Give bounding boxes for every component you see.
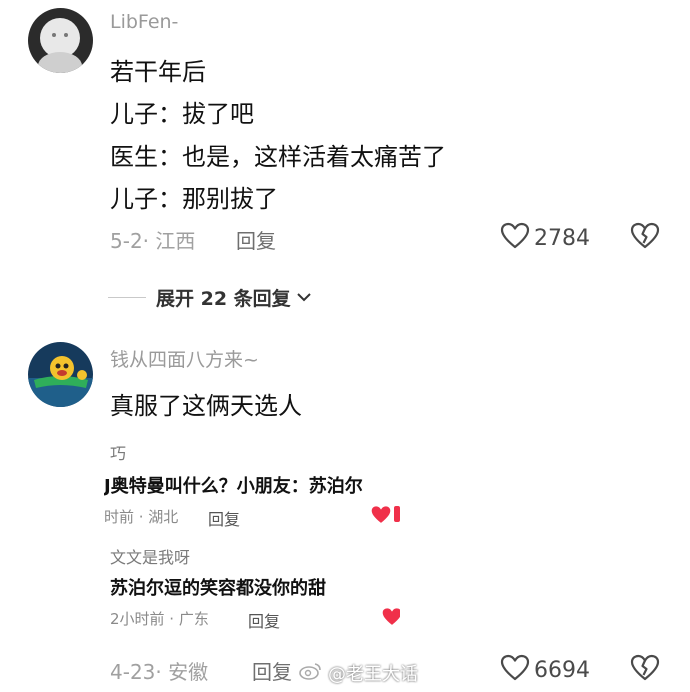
chevron-down-icon [295, 287, 313, 309]
heart-outline-icon [500, 222, 530, 254]
reply-username[interactable]: 巧 [110, 440, 126, 464]
comment-line: 儿子：拔了吧 [110, 100, 254, 128]
reply-username[interactable]: 文文是我呀 [110, 544, 190, 568]
dislike-button[interactable] [630, 222, 660, 254]
avatar[interactable] [28, 342, 93, 407]
reply-text: J奥特曼叫什么？小朋友：苏泊尔 [104, 476, 363, 497]
reply-button[interactable]: 回复 [208, 506, 240, 530]
dislike-button[interactable] [630, 654, 660, 686]
comment-line: 医生：也是，这样活着太痛苦了 [110, 143, 446, 171]
weibo-logo-icon [298, 661, 322, 686]
reply-text: 苏泊尔逗的笑容都没你的甜 [110, 578, 326, 599]
heart-outline-icon [500, 654, 530, 686]
comment-line: 若干年后 [110, 58, 206, 86]
like-button[interactable]: 6694 [500, 654, 590, 686]
expand-replies-button[interactable]: 展开 22 条回复 [156, 284, 313, 311]
broken-heart-icon [630, 654, 660, 686]
reply-button[interactable]: 回复 [248, 608, 280, 632]
broken-heart-icon [630, 222, 660, 254]
comment-meta: 5-2· 江西 [110, 229, 196, 253]
like-count-fragment-icon [394, 506, 400, 522]
comment-line: 儿子：那别拔了 [110, 185, 278, 213]
reply-meta: 时前 · 湖北 [104, 508, 179, 526]
like-button[interactable]: 2784 [500, 222, 590, 254]
expand-divider [108, 297, 146, 298]
comment-username[interactable]: LibFen- [110, 11, 178, 33]
embedded-reply-screenshot: 巧 J奥特曼叫什么？小朋友：苏泊尔 时前 · 湖北 回复 文文是我呀 苏泊尔逗的… [104, 436, 400, 642]
expand-replies-label: 展开 22 条回复 [156, 288, 291, 310]
heart-filled-icon[interactable] [370, 505, 392, 529]
reply-button[interactable]: 回复 [236, 225, 276, 254]
like-count: 2784 [534, 225, 590, 251]
watermark: @老王大话 [298, 660, 418, 686]
reply-button[interactable]: 回复 [252, 656, 292, 685]
watermark-text: @老王大话 [328, 664, 418, 685]
reply-meta: 2小时前 · 广东 [110, 610, 209, 628]
like-count: 6694 [534, 657, 590, 683]
comment-meta: 4-23· 安徽 [110, 660, 209, 684]
heart-filled-icon[interactable] [381, 607, 400, 631]
avatar[interactable] [28, 8, 93, 73]
comment-text: 真服了这俩天选人 [110, 392, 302, 420]
comment-username[interactable]: 钱从四面八方来~ [110, 345, 259, 372]
